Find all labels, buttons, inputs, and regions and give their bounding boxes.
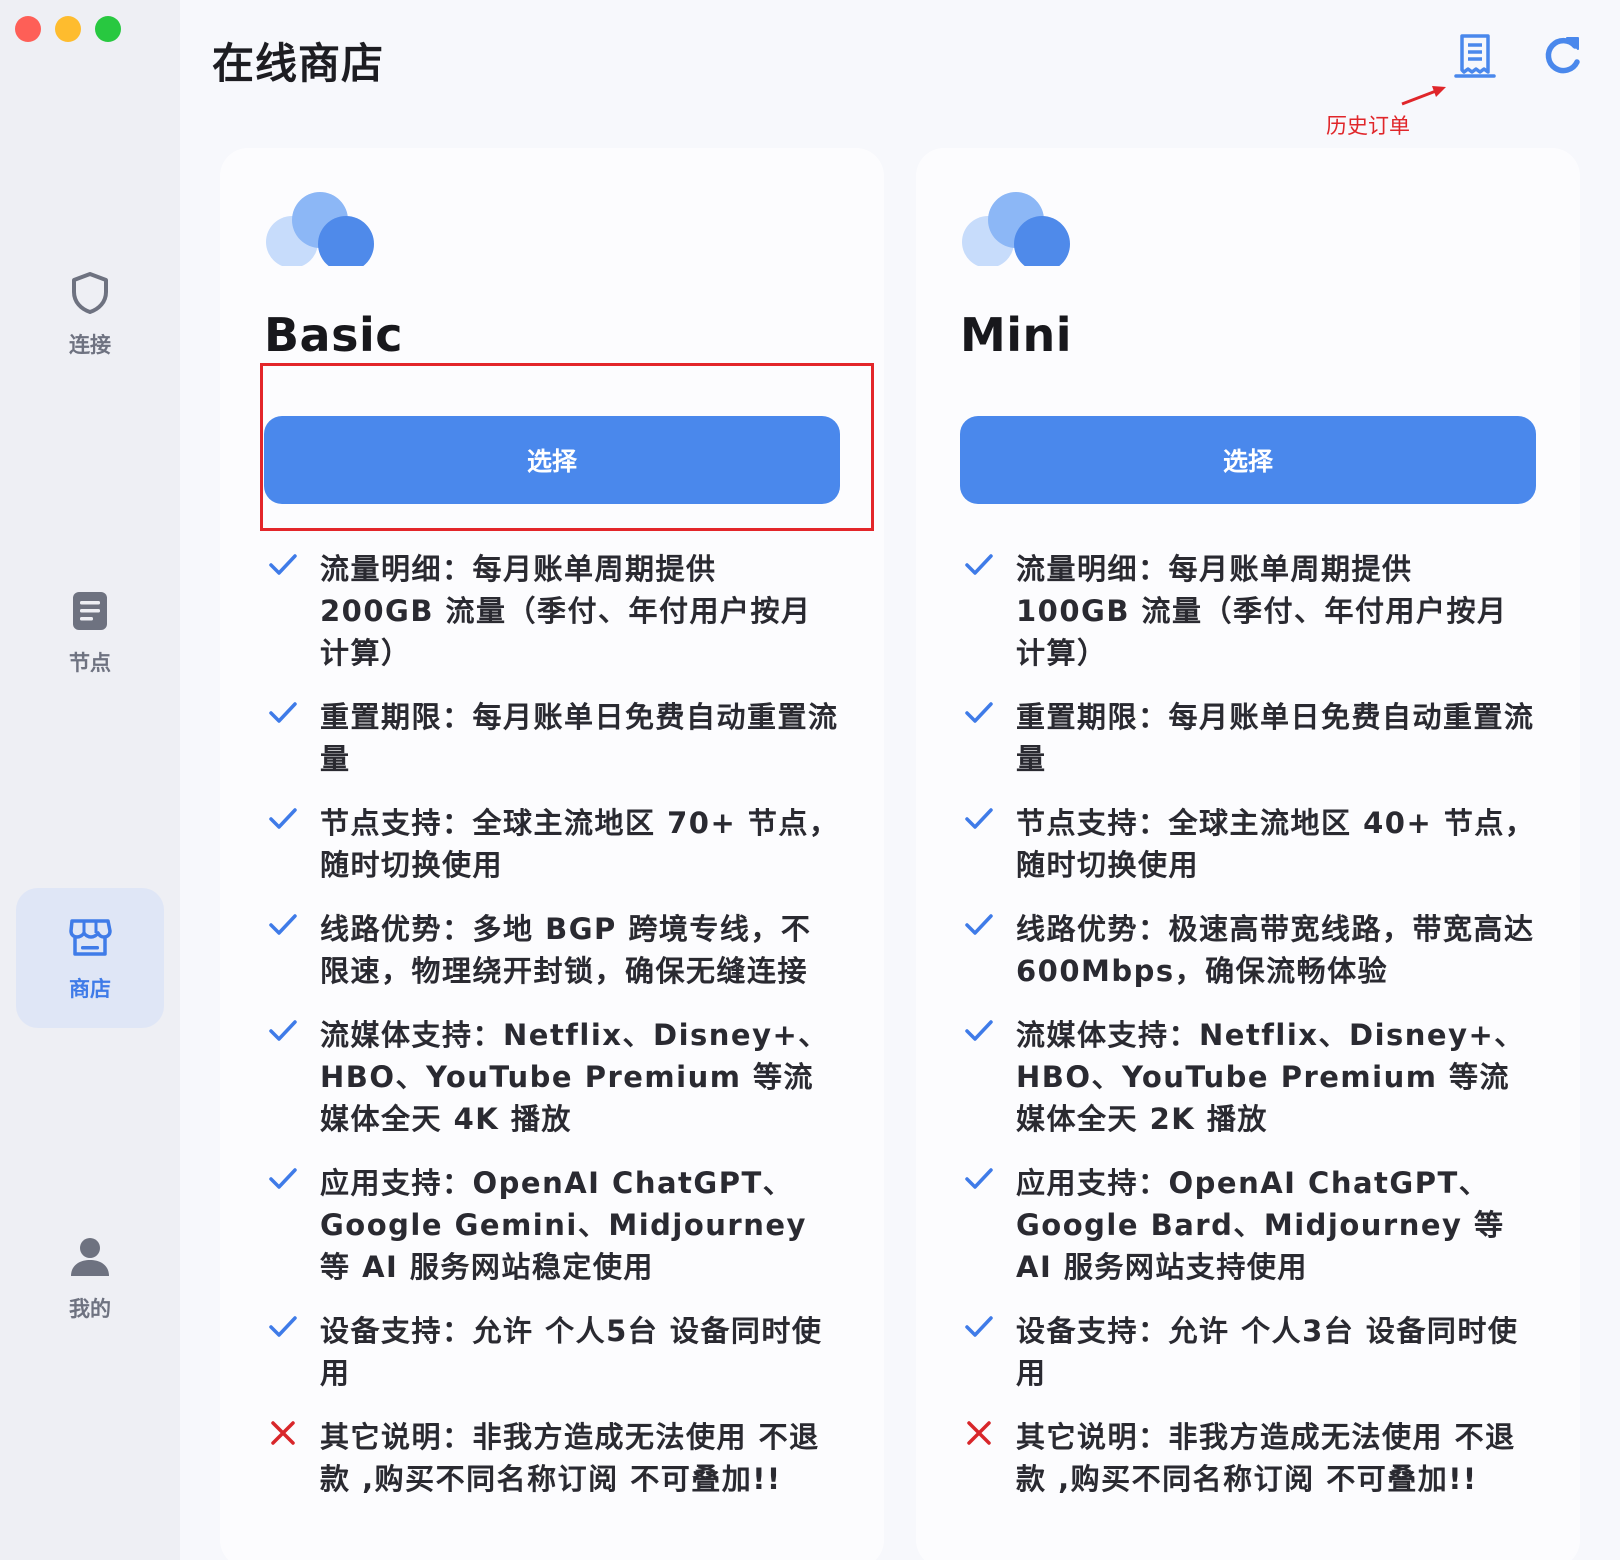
feature-item: 应用支持：OpenAI ChatGPT、Google Gemini、Midjou… [264, 1162, 840, 1288]
check-icon [965, 1020, 993, 1041]
feature-text: 设备支持：允许 个人3台 设备同时使用 [1016, 1314, 1519, 1390]
plan-name: Basic [264, 308, 404, 362]
select-plan-basic-button[interactable]: 选择 [264, 416, 840, 504]
sidebar-item-profile[interactable]: 我的 [16, 1208, 164, 1348]
feature-item: 流量明细：每月账单周期提供 200GB 流量（季付、年付用户按月计算） [264, 548, 840, 674]
check-icon [965, 702, 993, 723]
feature-list: 流量明细：每月账单周期提供 200GB 流量（季付、年付用户按月计算） 重置期限：… [264, 548, 840, 1522]
feature-item: 其它说明：非我方造成无法使用 不退款 ,购买不同名称订阅 不可叠加!! [264, 1416, 840, 1500]
document-icon [73, 592, 107, 630]
cloud-icon [962, 192, 1070, 266]
check-icon [269, 914, 297, 935]
check-icon [965, 554, 993, 575]
check-icon [269, 1020, 297, 1041]
feature-text: 节点支持：全球主流地区 70+ 节点，随时切换使用 [320, 806, 840, 882]
store-icon [69, 919, 112, 956]
feature-item: 其它说明：非我方造成无法使用 不退款 ,购买不同名称订阅 不可叠加!! [960, 1416, 1536, 1500]
sidebar-item-label: 我的 [69, 1297, 111, 1321]
feature-item: 设备支持：允许 个人3台 设备同时使用 [960, 1310, 1536, 1394]
check-icon [965, 808, 993, 829]
feature-item: 流量明细：每月账单周期提供 100GB 流量（季付、年付用户按月计算） [960, 548, 1536, 674]
check-icon [269, 1316, 297, 1337]
check-icon [269, 554, 297, 575]
sidebar-item-connect[interactable]: 连接 [16, 244, 164, 384]
maximize-window-button[interactable] [95, 16, 121, 42]
refresh-icon[interactable] [1538, 32, 1586, 80]
check-icon [269, 808, 297, 829]
feature-text: 其它说明：非我方造成无法使用 不退款 ,购买不同名称订阅 不可叠加!! [1016, 1420, 1516, 1496]
feature-text: 线路优势：多地 BGP 跨境专线，不限速，物理绕开封锁，确保无缝连接 [320, 912, 812, 988]
plan-card-basic: Basic 选择 流量明细：每月账单周期提供 200GB 流量（季付、年付用户按… [220, 148, 884, 1560]
feature-text: 重置期限：每月账单日免费自动重置流量 [320, 700, 839, 776]
sidebar-item-store[interactable]: 商店 [16, 888, 164, 1028]
cross-icon [271, 1421, 295, 1445]
feature-text: 节点支持：全球主流地区 40+ 节点，随时切换使用 [1016, 806, 1536, 882]
feature-item: 应用支持：OpenAI ChatGPT、Google Bard、Midjourn… [960, 1162, 1536, 1288]
feature-text: 应用支持：OpenAI ChatGPT、Google Bard、Midjourn… [1016, 1166, 1505, 1284]
feature-item: 设备支持：允许 个人5台 设备同时使用 [264, 1310, 840, 1394]
receipt-icon[interactable] [1451, 32, 1499, 80]
feature-item: 重置期限：每月账单日免费自动重置流量 [960, 696, 1536, 780]
select-plan-mini-button[interactable]: 选择 [960, 416, 1536, 504]
feature-item: 节点支持：全球主流地区 70+ 节点，随时切换使用 [264, 802, 840, 886]
plan-name: Mini [960, 308, 1073, 362]
window-controls [15, 16, 121, 42]
feature-item: 节点支持：全球主流地区 40+ 节点，随时切换使用 [960, 802, 1536, 886]
cloud-icon [266, 192, 374, 266]
sidebar-item-label: 商店 [69, 977, 111, 1001]
check-icon [965, 914, 993, 935]
sidebar-item-nodes[interactable]: 节点 [16, 562, 164, 702]
cross-icon [967, 1421, 991, 1445]
sidebar-item-label: 节点 [69, 651, 111, 675]
annotation-arrow-icon [1401, 86, 1446, 106]
feature-text: 设备支持：允许 个人5台 设备同时使用 [320, 1314, 823, 1390]
feature-item: 流媒体支持：Netflix、Disney+、HBO、YouTube Premiu… [960, 1014, 1536, 1140]
check-icon [269, 702, 297, 723]
feature-item: 重置期限：每月账单日免费自动重置流量 [264, 696, 840, 780]
close-window-button[interactable] [15, 16, 41, 42]
minimize-window-button[interactable] [55, 16, 81, 42]
feature-item: 线路优势：极速高带宽线路，带宽高达 600Mbps，确保流畅体验 [960, 908, 1536, 992]
feature-text: 流媒体支持：Netflix、Disney+、HBO、YouTube Premiu… [1016, 1018, 1525, 1136]
check-icon [965, 1316, 993, 1337]
check-icon [965, 1168, 993, 1189]
orders-annotation: 历史订单 [1326, 114, 1410, 138]
check-icon [269, 1168, 297, 1189]
feature-item: 线路优势：多地 BGP 跨境专线，不限速，物理绕开封锁，确保无缝连接 [264, 908, 840, 992]
feature-text: 流量明细：每月账单周期提供 200GB 流量（季付、年付用户按月计算） [320, 552, 812, 670]
feature-text: 应用支持：OpenAI ChatGPT、Google Gemini、Midjou… [320, 1166, 807, 1284]
shield-icon [72, 272, 108, 314]
person-icon [71, 1238, 109, 1276]
plan-card-mini: Mini 选择 流量明细：每月账单周期提供 100GB 流量（季付、年付用户按月… [916, 148, 1580, 1560]
sidebar-item-label: 连接 [69, 333, 111, 357]
feature-text: 重置期限：每月账单日免费自动重置流量 [1016, 700, 1535, 776]
feature-text: 流量明细：每月账单周期提供 100GB 流量（季付、年付用户按月计算） [1016, 552, 1508, 670]
app-window: 连接 节点 商店 我的 在线商店 历史订单 Basic 选择 流量明细：每月账单… [0, 0, 1620, 1560]
feature-list: 流量明细：每月账单周期提供 100GB 流量（季付、年付用户按月计算） 重置期限：… [960, 548, 1536, 1522]
feature-text: 其它说明：非我方造成无法使用 不退款 ,购买不同名称订阅 不可叠加!! [320, 1420, 820, 1496]
page-title: 在线商店 [212, 39, 385, 88]
feature-text: 线路优势：极速高带宽线路，带宽高达 600Mbps，确保流畅体验 [1016, 912, 1535, 988]
sidebar: 连接 节点 商店 我的 [0, 0, 180, 1560]
feature-item: 流媒体支持：Netflix、Disney+、HBO、YouTube Premiu… [264, 1014, 840, 1140]
feature-text: 流媒体支持：Netflix、Disney+、HBO、YouTube Premiu… [320, 1018, 829, 1136]
